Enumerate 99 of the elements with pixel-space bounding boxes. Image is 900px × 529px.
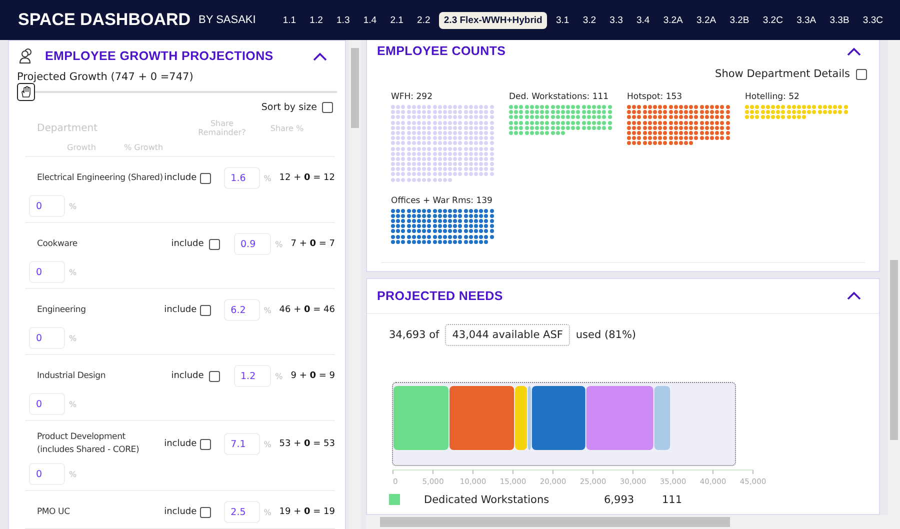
include-label: include: [164, 305, 198, 315]
unit-label: %: [275, 372, 283, 380]
share-input[interactable]: 6.2: [224, 299, 260, 321]
include-checkbox[interactable]: [200, 506, 211, 518]
department-name: Cookware: [36, 238, 78, 250]
unit-label: %: [264, 508, 272, 516]
scenario-tab[interactable]: 3.2A: [692, 12, 722, 28]
legend-name: Dedicated Workstations: [424, 494, 550, 506]
scenario-tab[interactable]: 3.2: [578, 12, 602, 28]
legend-asf: 6,993: [604, 494, 636, 506]
hand-cursor-icon: [20, 86, 32, 98]
scenario-tab[interactable]: 3.3C: [858, 12, 888, 28]
include-checkbox[interactable]: [208, 370, 220, 382]
share-input[interactable]: 7.1: [224, 433, 260, 455]
column-header: Growth: [67, 143, 96, 152]
growth-input[interactable]: 0: [29, 463, 65, 485]
scenario-tab[interactable]: 3.2B: [724, 12, 754, 28]
department-name: PMO UC: [36, 506, 71, 518]
scrollbar[interactable]: [349, 40, 361, 529]
unit-label: %: [264, 174, 272, 182]
sort-label: Sort by size: [261, 102, 317, 113]
group-label: WFH: 292: [391, 92, 434, 102]
scenario-tab[interactable]: 2.1: [385, 12, 408, 28]
include-checkbox[interactable]: [200, 438, 211, 450]
scenario-tab[interactable]: 3.4: [632, 12, 655, 28]
group-label: Hotelling: 52: [745, 92, 800, 102]
headcount-formula: 9 + 0 = 9: [290, 371, 335, 381]
chevron-up-icon[interactable]: [313, 52, 327, 61]
scenario-tab[interactable]: 1.1: [278, 12, 302, 28]
slider-thumb[interactable]: [17, 83, 35, 102]
column-header: Share %: [269, 124, 305, 132]
column-header: Share Remainder?: [197, 119, 247, 137]
headcount-formula: 12 + 0 = 12: [279, 173, 335, 183]
share-input[interactable]: 1.6: [224, 167, 260, 189]
headcount-formula: 7 + 0 = 7: [290, 239, 335, 249]
department-name: Engineering: [36, 304, 87, 316]
unit-label: %: [69, 334, 77, 342]
app-title: SPACE DASHBOARD: [18, 10, 191, 30]
include-checkbox[interactable]: [208, 238, 220, 250]
legend-count: 111: [662, 494, 684, 506]
scenario-tab[interactable]: 3.1: [550, 12, 574, 28]
include-label: include: [164, 173, 198, 183]
used-percent: used (81%): [576, 328, 636, 341]
byline: BY SASAKI: [198, 14, 256, 26]
group-label: Ded. Workstations: 111: [509, 92, 610, 102]
scrollbar[interactable]: [888, 40, 900, 515]
include-checkbox[interactable]: [200, 172, 211, 184]
panel-title: EMPLOYEE GROWTH PROJECTIONS: [45, 49, 274, 64]
scenario-tab[interactable]: 3.2C: [758, 12, 788, 28]
include-label: include: [164, 507, 198, 517]
headcount-formula: 46 + 0 = 46: [279, 305, 335, 315]
unit-label: %: [264, 306, 272, 314]
panel-title: EMPLOYEE COUNTS: [377, 44, 507, 58]
include-checkbox[interactable]: [200, 304, 211, 316]
column-header: Department: [37, 122, 99, 134]
department-name: Product Development (includes Shared - CORE): [36, 431, 140, 457]
include-label: include: [164, 439, 198, 449]
scenario-tab[interactable]: 1.2: [304, 12, 328, 28]
growth-slider[interactable]: [17, 85, 337, 98]
scenario-tab[interactable]: 3.2A: [658, 12, 688, 28]
growth-input[interactable]: 0: [29, 195, 65, 217]
headcount-formula: 19 + 0 = 19: [279, 507, 335, 517]
unit-label: %: [264, 440, 272, 448]
panel-title: PROJECTED NEEDS: [377, 288, 504, 303]
unit-label: %: [275, 240, 283, 248]
share-input[interactable]: 2.5: [224, 501, 260, 523]
share-input[interactable]: 1.2: [234, 365, 272, 387]
details-checkbox[interactable]: [856, 68, 867, 80]
share-input[interactable]: 0.9: [234, 233, 272, 255]
details-label: Show Department Details: [715, 68, 850, 80]
scenario-tab[interactable]: 1.3: [332, 12, 355, 28]
column-header: % Growth: [124, 143, 164, 152]
group-label: Hotspot: 153: [627, 92, 684, 102]
unit-label: %: [69, 268, 77, 276]
scenario-tab[interactable]: 2.3 Flex-WWH+Hybrid: [438, 12, 548, 28]
scenario-tab[interactable]: 2.2: [412, 12, 436, 28]
unit-label: %: [69, 470, 77, 478]
slider-label: Projected Growth (747 + 0 =747): [16, 71, 194, 84]
include-label: include: [171, 239, 205, 249]
scenario-tab[interactable]: 1.4: [358, 12, 382, 28]
scenario-tab[interactable]: 3.3B: [824, 12, 854, 28]
growth-input[interactable]: 0: [29, 327, 65, 349]
unit-label: %: [69, 400, 77, 408]
scenario-tab[interactable]: 3.3: [604, 12, 628, 28]
department-name: Industrial Design: [36, 370, 107, 382]
horizontal-scrollbar[interactable]: [366, 515, 900, 529]
group-label: Offices + War Rms: 139: [391, 196, 494, 206]
used-text: 34,693 of: [389, 328, 440, 341]
headcount-formula: 53 + 0 = 53: [279, 439, 335, 449]
available-asf-field[interactable]: 43,044 available ASF: [445, 324, 570, 346]
sort-checkbox[interactable]: [322, 102, 333, 113]
growth-input[interactable]: 0: [29, 393, 65, 415]
scenario-tab[interactable]: 3.3A: [792, 12, 822, 28]
unit-label: %: [69, 202, 77, 210]
chevron-up-icon[interactable]: [847, 291, 861, 300]
include-label: include: [171, 371, 205, 381]
department-name: Electrical Engineering (Shared): [36, 172, 164, 184]
growth-input[interactable]: 0: [29, 261, 65, 283]
chevron-up-icon[interactable]: [847, 46, 861, 56]
